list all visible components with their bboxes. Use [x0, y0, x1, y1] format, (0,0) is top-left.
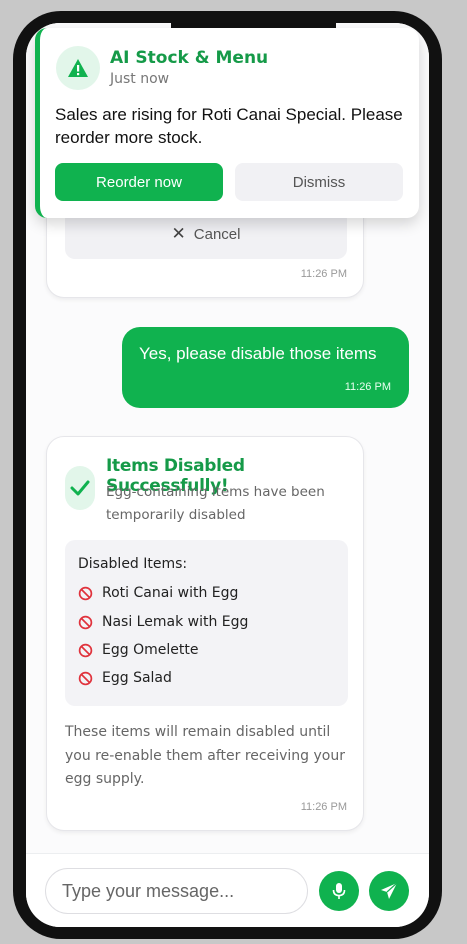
- close-icon: ✕: [171, 224, 186, 243]
- notification-toast: AI Stock & Menu Just now Sales are risin…: [35, 28, 419, 218]
- dismiss-button[interactable]: Dismiss: [235, 163, 403, 201]
- ban-icon: [78, 586, 93, 600]
- disabled-item-label: Roti Canai with Egg: [102, 585, 239, 601]
- ban-icon: [78, 643, 93, 657]
- list-item: Egg Omelette: [78, 642, 198, 658]
- notification-title: AI Stock & Menu: [110, 48, 269, 68]
- success-subtitle: Egg-containing items have been temporari…: [106, 484, 325, 523]
- list-item: Roti Canai with Egg: [78, 585, 238, 601]
- message-input[interactable]: [45, 868, 308, 914]
- info-note: These items will remain disabled until y…: [65, 724, 345, 787]
- message-time: 11:26 PM: [300, 268, 347, 280]
- microphone-icon: [332, 883, 346, 899]
- reorder-button[interactable]: Reorder now: [55, 163, 223, 201]
- disabled-item-label: Egg Salad: [102, 670, 172, 686]
- warning-icon: [56, 46, 100, 90]
- ai-success-card: Items Disabled Successfully! Egg-contain…: [46, 436, 364, 831]
- cancel-label: Cancel: [193, 225, 241, 243]
- ban-icon: [78, 615, 93, 629]
- user-message-text: Yes, please disable those items: [139, 344, 377, 363]
- message-time: 11:26 PM: [344, 381, 391, 393]
- check-icon: [65, 466, 95, 510]
- disabled-item-label: Nasi Lemak with Egg: [102, 614, 249, 630]
- disabled-items-box: Disabled Items: Roti Canai with Egg Nasi…: [65, 540, 348, 706]
- microphone-button[interactable]: [319, 871, 359, 911]
- send-button[interactable]: [369, 871, 409, 911]
- ban-icon: [78, 671, 93, 685]
- message-input-bar: [26, 853, 429, 927]
- app-screen: ✕ Cancel 11:26 PM Yes, please disable th…: [26, 23, 429, 927]
- notification-body: Sales are rising for Roti Canai Special.…: [55, 105, 403, 147]
- list-item: Nasi Lemak with Egg: [78, 614, 248, 630]
- user-message-bubble: Yes, please disable those items 11:26 PM: [122, 327, 409, 408]
- disabled-items-heading: Disabled Items:: [78, 556, 188, 572]
- list-item: Egg Salad: [78, 670, 172, 686]
- disabled-item-label: Egg Omelette: [102, 642, 199, 658]
- message-time: 11:26 PM: [300, 801, 347, 813]
- send-icon: [381, 882, 398, 899]
- notification-time: Just now: [110, 71, 170, 87]
